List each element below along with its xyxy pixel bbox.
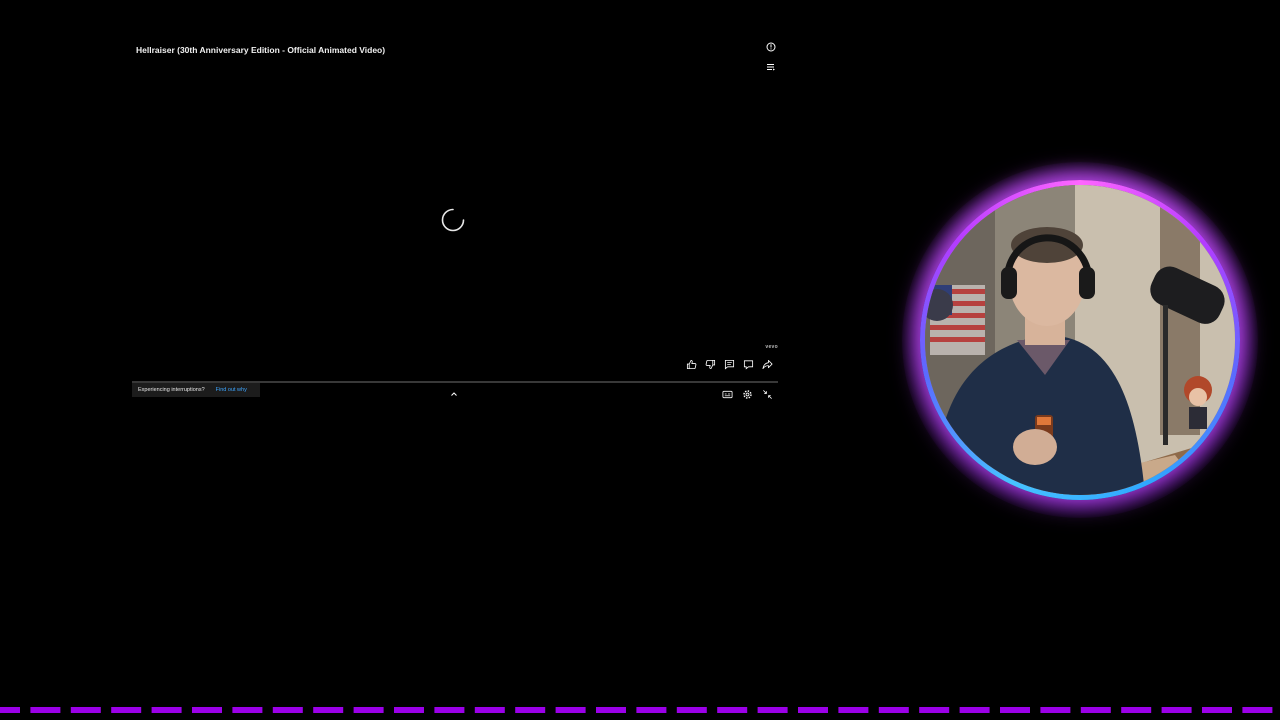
dash-segment: [313, 707, 344, 713]
dash-segment: [474, 707, 505, 713]
captions-icon[interactable]: [721, 388, 734, 401]
streamer-image: [925, 185, 1235, 495]
player-controls: [721, 388, 774, 401]
loading-spinner-icon: [441, 208, 465, 232]
dash-segment: [676, 707, 707, 713]
dash-segment: [555, 707, 586, 713]
dash-segment: [111, 707, 142, 713]
dash-segment: [434, 707, 465, 713]
chevron-up-icon[interactable]: [449, 389, 459, 399]
dash-segment: [596, 707, 626, 713]
info-icon[interactable]: [765, 41, 777, 53]
dashed-border: [0, 707, 1273, 713]
dash-segment: [1080, 707, 1111, 713]
like-icon[interactable]: [685, 358, 698, 371]
dash-segment: [959, 707, 990, 713]
webcam-feed: [925, 185, 1235, 495]
stream-canvas: Hellraiser (30th Anniversary Edition - O…: [0, 0, 1280, 720]
dash-segment: [272, 707, 303, 713]
action-row: [685, 358, 774, 371]
dash-segment: [70, 707, 101, 713]
dash-segment: [394, 707, 424, 713]
settings-icon[interactable]: [741, 388, 754, 401]
find-out-why-link[interactable]: Find out why: [216, 387, 247, 393]
dash-segment: [838, 707, 869, 713]
dash-segment: [1000, 707, 1030, 713]
dash-segment: [1242, 707, 1273, 713]
interruption-message: Experiencing interruptions?: [138, 387, 205, 393]
dash-segment: [1121, 707, 1152, 713]
dash-segment: [636, 707, 667, 713]
dash-segment: [0, 707, 20, 713]
dash-segment: [353, 707, 384, 713]
video-player[interactable]: Hellraiser (30th Anniversary Edition - O…: [130, 36, 780, 404]
vevo-badge: vevo: [765, 344, 778, 350]
dash-segment: [717, 707, 748, 713]
comments-icon[interactable]: [723, 358, 736, 371]
dash-segment: [232, 707, 263, 713]
share-icon[interactable]: [761, 358, 774, 371]
exit-fullscreen-icon[interactable]: [761, 388, 774, 401]
dash-segment: [30, 707, 61, 713]
dash-segment: [515, 707, 546, 713]
dislike-icon[interactable]: [704, 358, 717, 371]
queue-icon[interactable]: [765, 61, 777, 73]
dash-segment: [192, 707, 222, 713]
webcam-overlay: [902, 162, 1258, 518]
dash-segment: [757, 707, 788, 713]
dash-segment: [151, 707, 182, 713]
dash-segment: [1161, 707, 1192, 713]
dash-segment: [919, 707, 950, 713]
dash-segment: [798, 707, 828, 713]
dash-segment: [878, 707, 909, 713]
video-title: Hellraiser (30th Anniversary Edition - O…: [136, 45, 386, 55]
dash-segment: [1202, 707, 1232, 713]
live-chat-icon[interactable]: [742, 358, 755, 371]
dash-segment: [1040, 707, 1071, 713]
interruption-notice: Experiencing interruptions? Find out why: [132, 383, 260, 397]
